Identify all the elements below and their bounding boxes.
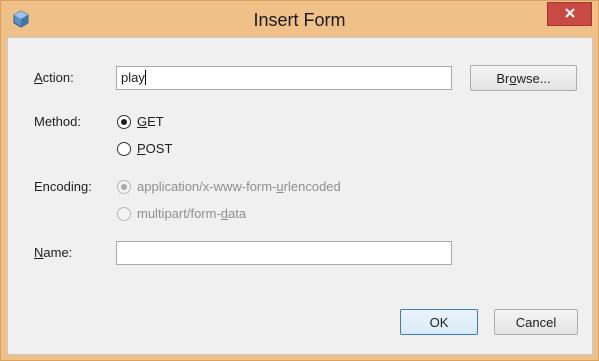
insert-form-dialog: Insert Form Action: play Br o wse... Metho… xyxy=(0,0,599,361)
method-post-radio[interactable]: POST xyxy=(117,141,172,156)
ok-button[interactable]: OK xyxy=(400,309,478,335)
encoding-multipart-label: multipart/form-data xyxy=(137,206,247,221)
close-button[interactable] xyxy=(547,2,592,26)
method-get-label: GET xyxy=(137,114,164,129)
radio-button xyxy=(117,206,131,221)
title-bar[interactable]: Insert Form xyxy=(1,1,598,37)
radio-button[interactable] xyxy=(117,114,131,129)
method-get-radio[interactable]: GET xyxy=(117,114,164,129)
dialog-content: Action: play Br o wse... Method: GET POST … xyxy=(7,37,593,355)
action-label: Action: xyxy=(34,70,74,85)
dialog-title: Insert Form xyxy=(253,10,346,30)
encoding-multipart-radio: multipart/form-data xyxy=(117,206,246,221)
name-label: Name: xyxy=(34,245,73,260)
browse-button[interactable]: Br o wse... xyxy=(470,65,577,91)
method-label: Method: xyxy=(34,114,81,129)
radio-button xyxy=(117,179,131,194)
radio-button[interactable] xyxy=(117,141,131,156)
action-input[interactable]: play xyxy=(116,66,452,90)
cancel-button[interactable]: Cancel xyxy=(494,309,578,335)
encoding-urlencoded-label: application/x-www-form-urlencoded xyxy=(137,179,341,194)
encoding-label: Encoding: xyxy=(34,179,92,194)
name-input[interactable] xyxy=(116,241,452,265)
text-caret xyxy=(144,70,146,85)
method-post-label: POST xyxy=(137,141,173,156)
encoding-urlencoded-radio: application/x-www-form-urlencoded xyxy=(117,179,341,194)
close-icon xyxy=(564,7,576,22)
